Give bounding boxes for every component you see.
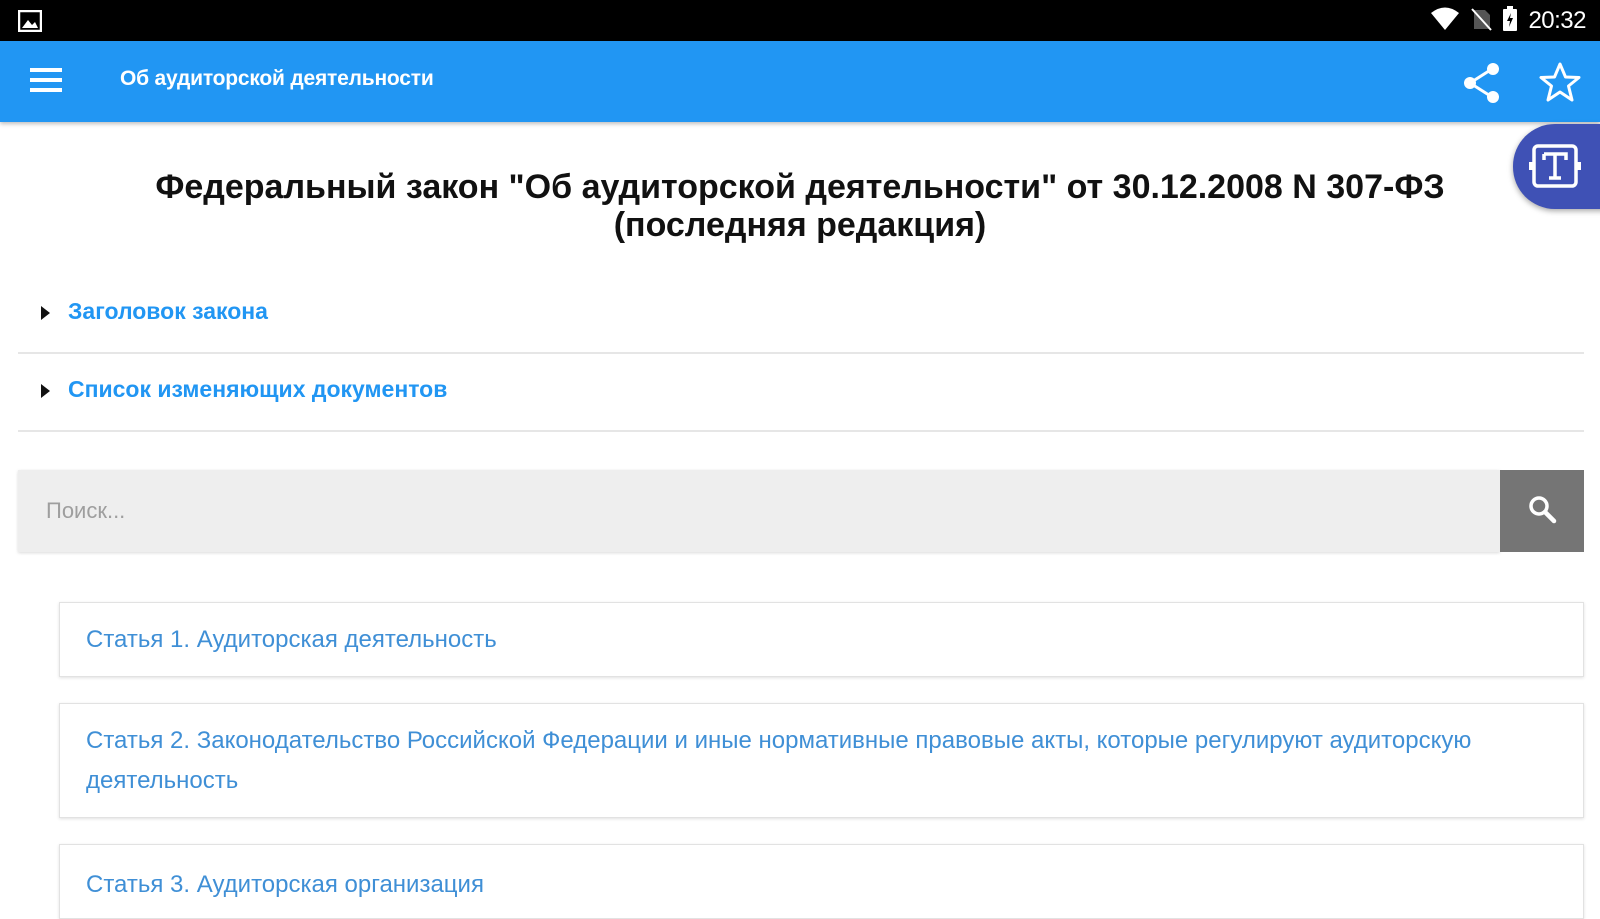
status-bar: 20:32 [0,0,1600,41]
battery-icon [1502,5,1518,37]
document-title-line2: (последняя редакция) [613,206,987,244]
expander-law-header[interactable]: Заголовок закона [18,276,1584,354]
menu-icon[interactable] [28,65,68,97]
search-input[interactable] [18,470,1500,552]
document-title-line1: Федеральный закон "Об аудиторской деятел… [155,168,1445,206]
wifi-icon [1430,7,1460,36]
article-item[interactable]: Статья 3. Аудиторская организация [59,844,1584,919]
article-item[interactable]: Статья 1. Аудиторская деятельность [59,602,1584,677]
search-bar [18,470,1584,552]
app-bar-title: Об аудиторской деятельности [120,67,434,90]
article-item[interactable]: Статья 2. Законодательство Российской Фе… [59,703,1584,818]
image-icon [17,9,43,37]
star-icon[interactable] [1537,60,1583,106]
document-title: Федеральный закон "Об аудиторской деятел… [60,168,1540,244]
expander-label: Список изменяющих документов [68,376,448,402]
search-icon [1527,494,1557,529]
article-title: Статья 2. Законодательство Российской Фе… [86,727,1472,794]
expander-amending-documents[interactable]: Список изменяющих документов [18,354,1584,432]
expand-arrow-icon [41,306,50,320]
expander-label: Заголовок закона [68,298,268,324]
article-title: Статья 3. Аудиторская организация [86,871,484,898]
article-title: Статья 1. Аудиторская деятельность [86,626,497,653]
expand-arrow-icon [41,384,50,398]
no-sim-icon [1470,7,1493,36]
app-bar: Об аудиторской деятельности [0,41,1600,122]
status-icons: 20:32 [1430,5,1586,37]
status-time: 20:32 [1528,7,1586,34]
share-icon[interactable] [1460,61,1504,105]
search-button[interactable] [1500,470,1584,552]
